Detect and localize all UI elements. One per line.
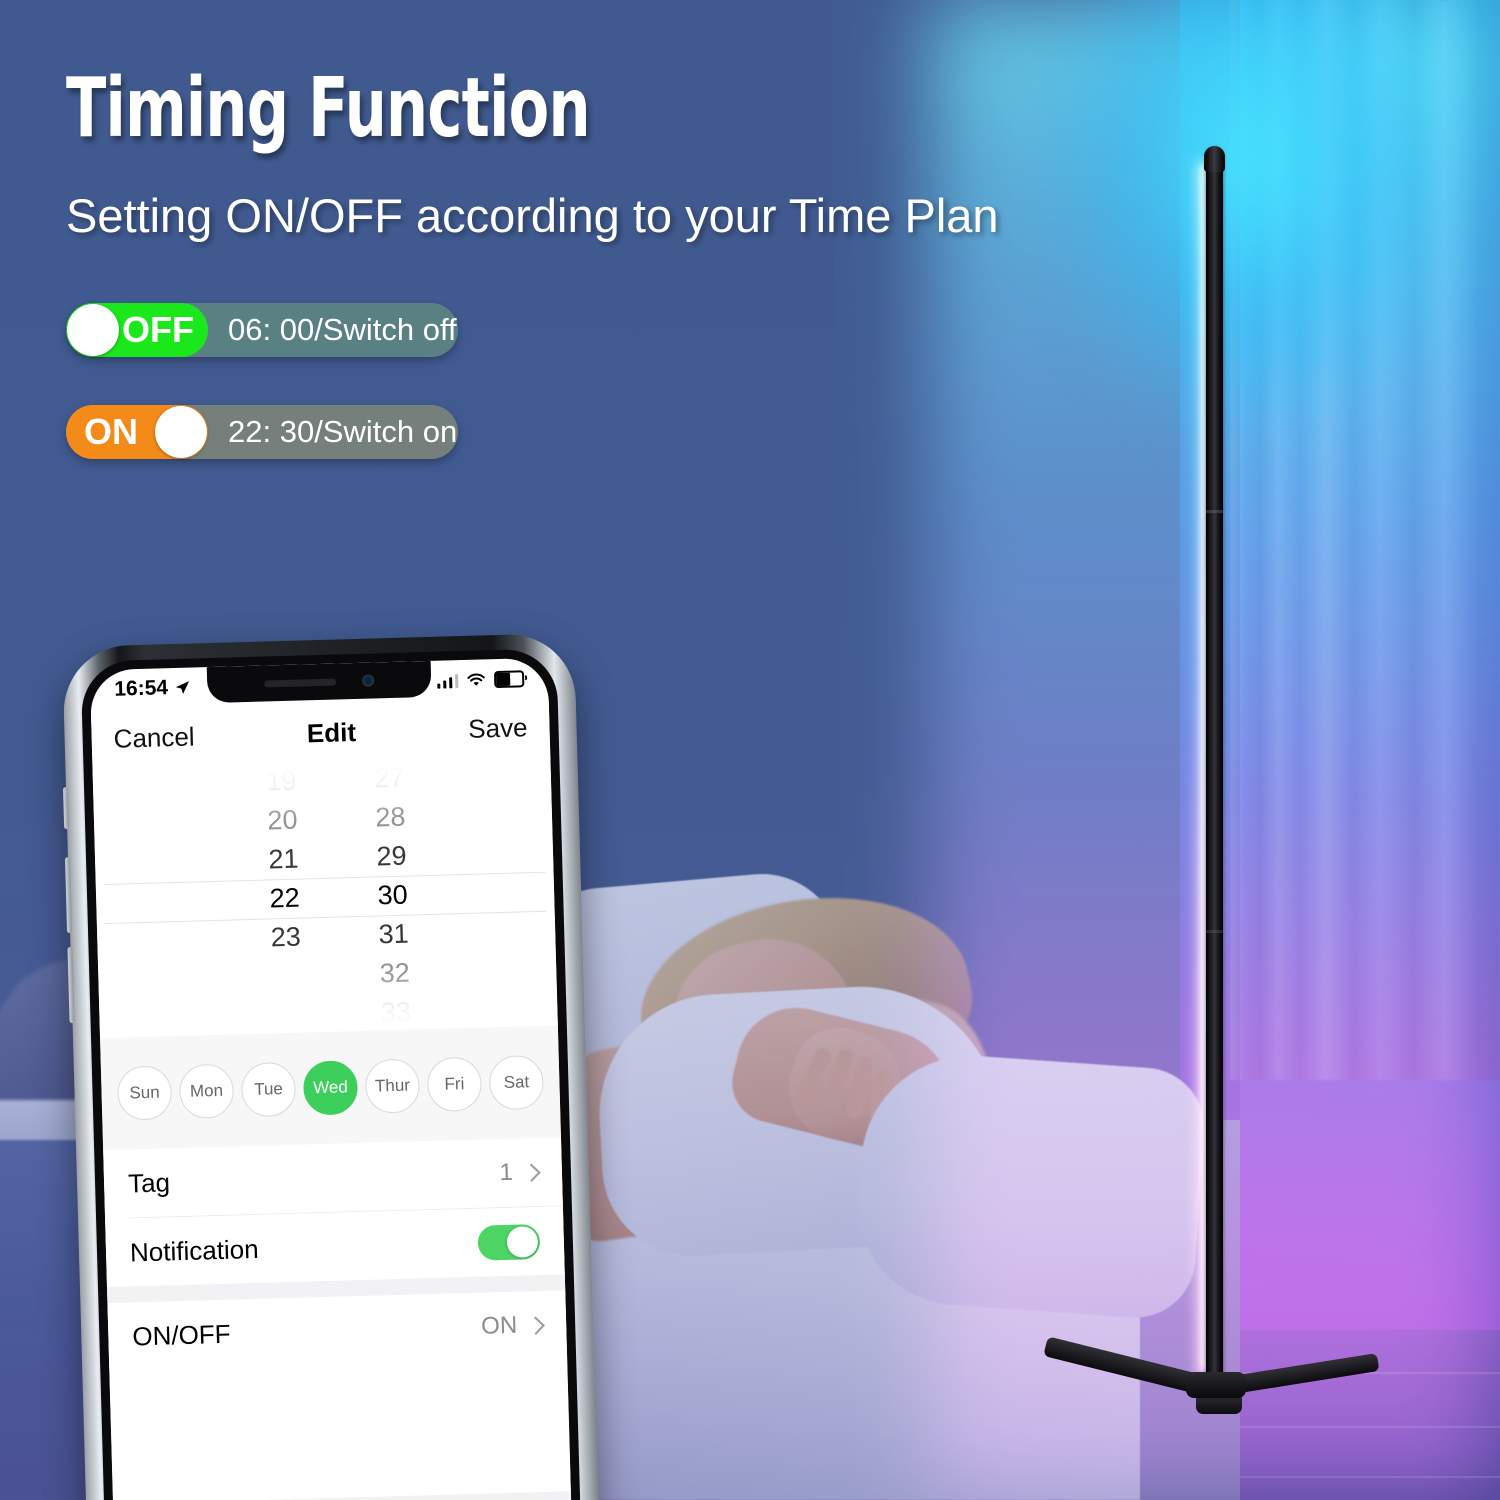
toggle-off-icon: OFF [66,303,208,357]
page-title: Timing Function [66,61,591,156]
picker-item[interactable]: 27 [347,757,432,798]
phone-mockup: 16:54 Cancel Edit Save 19 20 21 22 23 27… [62,632,600,1500]
row-label: Tag [127,1166,171,1199]
picker-item[interactable]: 21 [241,838,326,879]
day-chip-fri[interactable]: Fri [426,1056,483,1113]
day-chip-mon[interactable]: Mon [178,1063,235,1120]
location-arrow-icon [175,681,189,694]
picker-item[interactable]: 33 [353,991,438,1032]
picker-column-hour[interactable]: 181920212223 [238,756,332,1039]
picker-item[interactable]: 22 [242,877,327,918]
status-time-group: 16:54 [114,676,190,702]
toggle-on-icon: ON [66,405,208,459]
row-value-group: 1 [499,1158,541,1187]
cancel-button[interactable]: Cancel [113,721,195,754]
day-chip-sat[interactable]: Sat [488,1054,545,1111]
day-chip-thur[interactable]: Thur [364,1058,421,1114]
picker-columns[interactable]: 181920212223262728293031323334 [238,756,440,1039]
lamp-cap [1204,146,1225,172]
picker-item[interactable]: 30 [350,874,435,915]
picker-item[interactable]: 23 [243,916,328,957]
cellular-bars-icon [436,673,459,689]
schedule-badge-on: ON 22: 30/Switch on [66,405,458,459]
row-value: ON [480,1311,518,1340]
row-tag[interactable]: Tag 1 [103,1137,563,1219]
toggle-knob [67,304,119,356]
day-chip-sun[interactable]: Sun [116,1065,173,1121]
wifi-icon [467,673,485,686]
toggle-state-label: ON [84,411,138,452]
lamp-base-hub [1186,1372,1246,1398]
picker-column-minute[interactable]: 262728293031323334 [346,756,440,1038]
chevron-right-icon [526,1315,545,1335]
row-on-off[interactable]: ON/OFF ON [107,1290,568,1372]
status-time: 16:54 [113,676,169,701]
notification-toggle[interactable] [477,1223,541,1261]
lamp-seam [1206,930,1223,933]
notch [206,660,432,704]
page-subtitle: Setting ON/OFF according to your Time Pl… [66,189,999,242]
day-selector[interactable]: Sun Mon Tue Wed Thur Fri Sat [100,1025,561,1151]
toggle-knob [155,406,207,458]
time-picker[interactable]: 181920212223262728293031323334 [92,755,558,1039]
lamp-seam [1206,510,1223,513]
earpiece-speaker-icon [264,678,337,688]
day-chip-wed[interactable]: Wed [302,1060,359,1116]
picker-item[interactable]: 19 [239,760,324,801]
schedule-time-text: 06: 00/Switch off [228,312,457,347]
status-indicators [436,669,525,689]
row-notification[interactable]: Notification [105,1206,565,1288]
settings-list: Tag 1 Notification ON/OFF ON [103,1137,573,1500]
row-value-group [477,1223,541,1261]
schedule-badge-off: OFF 06: 00/Switch off [66,303,458,357]
list-bottom-fill [113,1491,573,1500]
picker-item[interactable]: 28 [348,796,433,837]
picker-item[interactable]: 20 [240,799,325,840]
picker-item[interactable]: 32 [352,952,437,993]
front-camera-icon [361,674,375,687]
chevron-right-icon [522,1163,541,1182]
toggle-state-label: OFF [122,309,194,350]
picker-item[interactable]: 31 [351,913,436,954]
row-value: 1 [499,1158,514,1187]
day-chip-tue[interactable]: Tue [240,1061,297,1118]
row-label: Notification [129,1233,260,1267]
row-label: ON/OFF [131,1318,231,1351]
row-value-group: ON [480,1311,545,1341]
lamp-pole [1206,148,1223,1392]
nav-title: Edit [306,716,357,748]
phone-screen: 16:54 Cancel Edit Save 19 20 21 22 23 27… [89,657,573,1500]
schedule-time-text: 22: 30/Switch on [228,414,458,449]
product-marketing-image: Timing Function Setting ON/OFF according… [0,0,1500,1500]
picker-item[interactable]: 29 [349,835,434,876]
save-button[interactable]: Save [468,712,528,745]
battery-icon [493,669,525,688]
